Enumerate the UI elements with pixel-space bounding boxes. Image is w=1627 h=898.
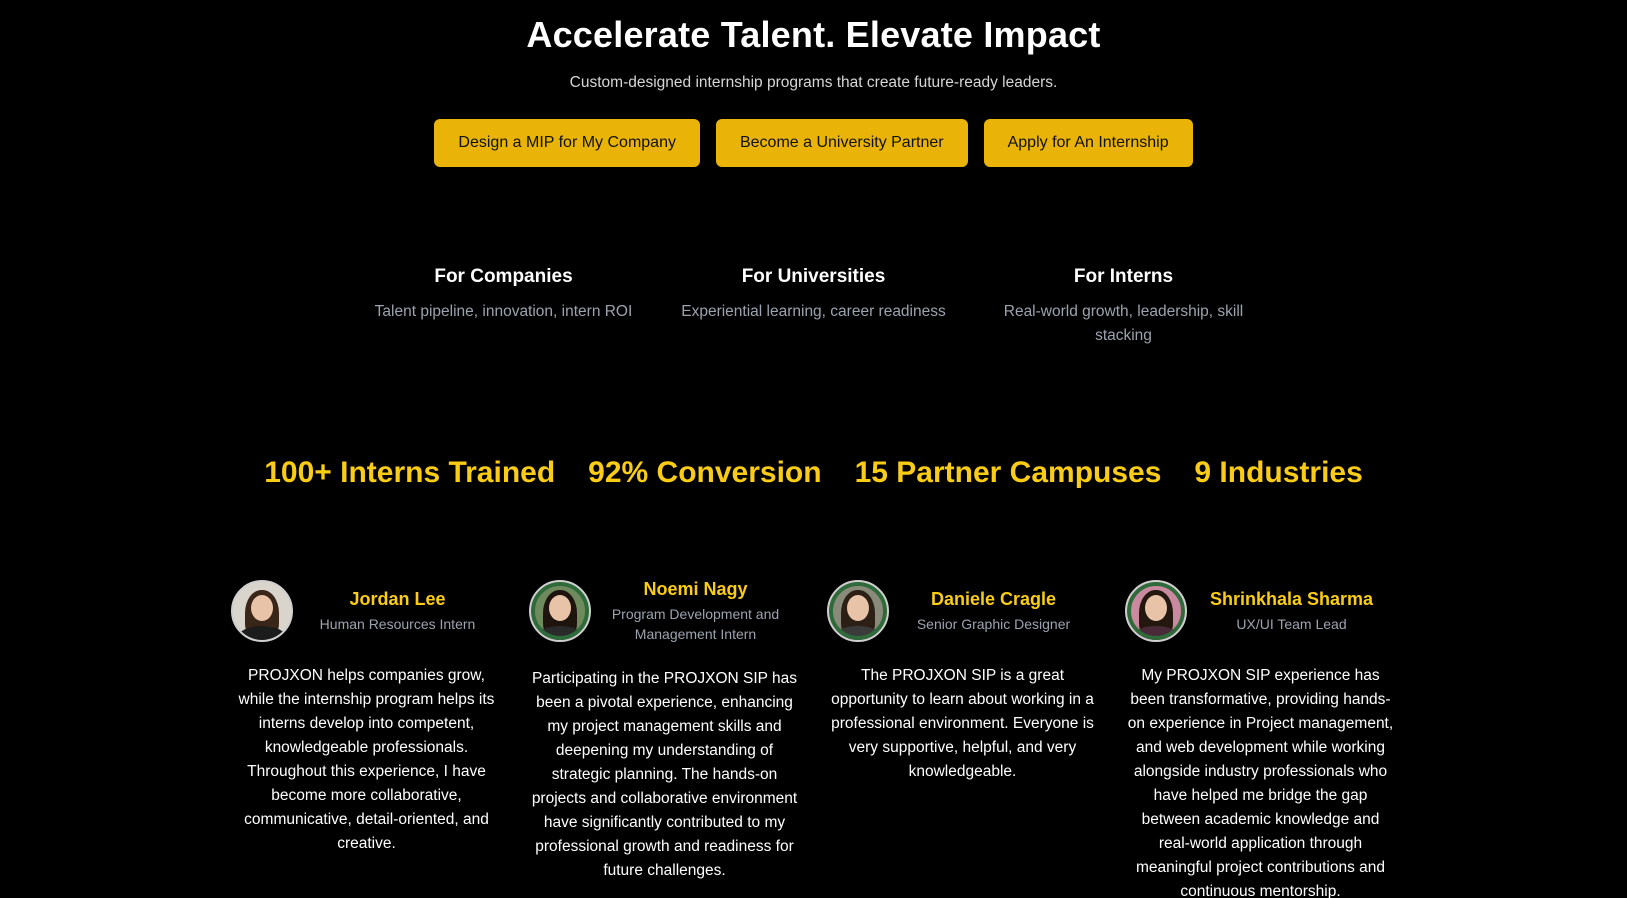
testimonial-role: Senior Graphic Designer: [916, 615, 1071, 632]
testimonials-section: Jordan Lee Human Resources Intern PROJXO…: [0, 578, 1627, 898]
testimonial-header: Daniele Cragle Senior Graphic Designer: [826, 578, 1099, 644]
page: Accelerate Talent. Elevate Impact Custom…: [0, 0, 1627, 898]
testimonial-quote: My PROJXON SIP experience has been trans…: [1127, 667, 1394, 898]
hero-subtitle: Custom-designed internship programs that…: [569, 74, 1058, 91]
testimonial-quote: Participating in the PROJXON SIP has bee…: [531, 670, 798, 879]
testimonial-name: Noemi Nagy: [643, 578, 748, 599]
testimonial-name: Jordan Lee: [349, 588, 446, 609]
cta-button-row: Design a MIP for My Company Become a Uni…: [0, 119, 1627, 167]
testimonial-header: Noemi Nagy Program Development and Manag…: [528, 578, 801, 644]
audience-section: For Companies Talent pipeline, innovatio…: [0, 266, 1627, 348]
audience-companies: For Companies Talent pipeline, innovatio…: [369, 266, 639, 348]
apply-internship-button[interactable]: Apply for An Internship: [983, 119, 1193, 167]
testimonial-meta: Noemi Nagy Program Development and Manag…: [591, 579, 801, 644]
stats-section: 100+ Interns Trained 92% Conversion 15 P…: [0, 456, 1627, 490]
audience-description: Experiential learning, career readiness: [681, 303, 946, 320]
avatar: [826, 580, 889, 642]
testimonial-header: Shrinkhala Sharma UX/UI Team Lead: [1124, 578, 1397, 644]
stat-conversion: 92% Conversion: [588, 456, 822, 489]
testimonial-card: Daniele Cragle Senior Graphic Designer T…: [826, 578, 1099, 898]
audience-title: For Universities: [741, 266, 886, 287]
audience-universities: For Universities Experiential learning, …: [679, 266, 949, 348]
hero-title: Accelerate Talent. Elevate Impact: [526, 14, 1101, 55]
audience-title: For Interns: [1073, 266, 1174, 287]
testimonial-card: Noemi Nagy Program Development and Manag…: [528, 578, 801, 898]
audience-interns: For Interns Real-world growth, leadershi…: [989, 266, 1259, 348]
testimonial-meta: Jordan Lee Human Resources Intern: [293, 589, 503, 634]
avatar: [528, 580, 591, 642]
avatar: [230, 580, 293, 642]
testimonial-quote: The PROJXON SIP is a great opportunity t…: [831, 667, 1094, 780]
testimonial-quote: PROJXON helps companies grow, while the …: [238, 667, 495, 852]
stat-industries: 9 Industries: [1194, 456, 1363, 489]
testimonial-role: UX/UI Team Lead: [1236, 615, 1347, 632]
testimonial-meta: Daniele Cragle Senior Graphic Designer: [889, 589, 1099, 634]
testimonial-role: Program Development and Management Inter…: [611, 605, 780, 642]
audience-description: Talent pipeline, innovation, intern ROI: [374, 303, 633, 320]
university-partner-button[interactable]: Become a University Partner: [715, 119, 968, 167]
avatar: [1124, 580, 1187, 642]
testimonial-name: Daniele Cragle: [930, 588, 1057, 609]
testimonial-meta: Shrinkhala Sharma UX/UI Team Lead: [1187, 589, 1397, 634]
testimonial-card: Jordan Lee Human Resources Intern PROJXO…: [230, 578, 503, 898]
stat-partner-campuses: 15 Partner Campuses: [854, 456, 1162, 489]
stat-interns-trained: 100+ Interns Trained: [264, 456, 556, 489]
testimonial-name: Shrinkhala Sharma: [1209, 588, 1374, 609]
testimonial-card: Shrinkhala Sharma UX/UI Team Lead My PRO…: [1124, 578, 1397, 898]
testimonial-role: Human Resources Intern: [319, 615, 476, 632]
audience-description: Real-world growth, leadership, skill sta…: [1003, 303, 1244, 344]
design-mip-button[interactable]: Design a MIP for My Company: [434, 119, 700, 167]
audience-title: For Companies: [434, 266, 573, 287]
testimonial-header: Jordan Lee Human Resources Intern: [230, 578, 503, 644]
